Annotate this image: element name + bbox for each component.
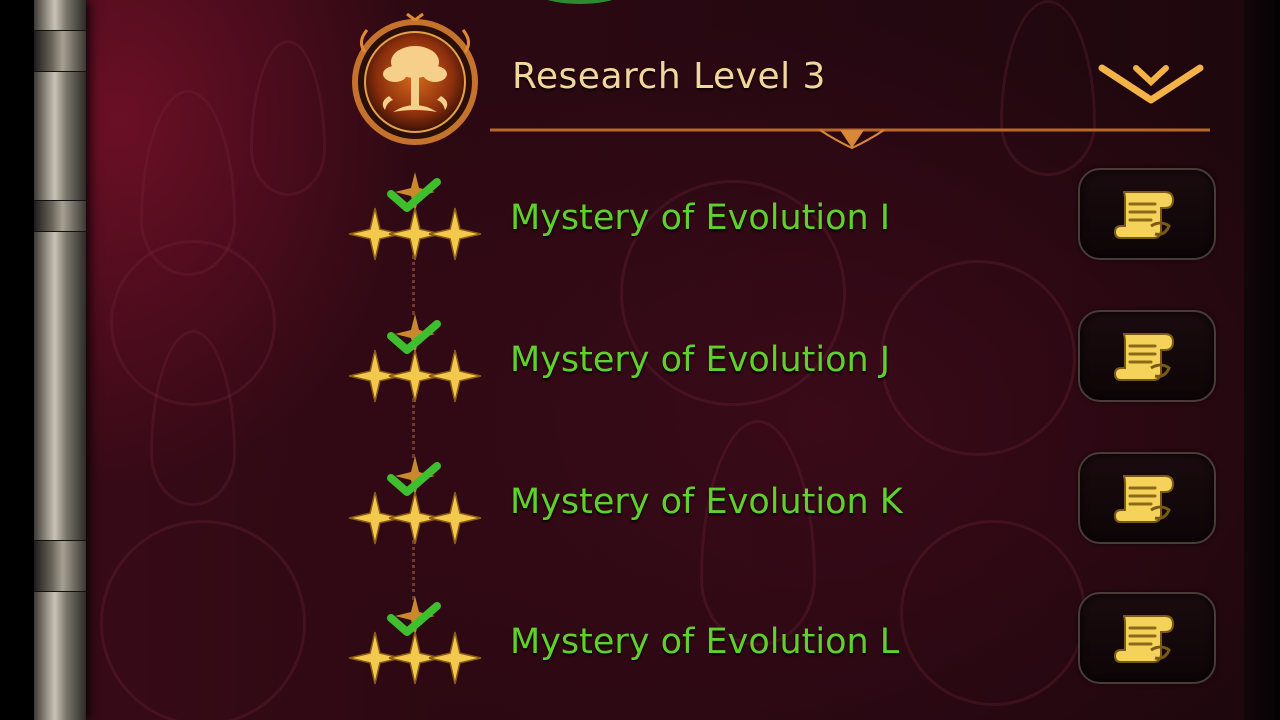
research-item-name: Mystery of Evolution J: [510, 340, 891, 380]
list-item[interactable]: Mystery of Evolution K: [340, 448, 1220, 558]
header-divider: [490, 118, 1210, 154]
star-icon: [428, 349, 482, 403]
star-icon: [428, 207, 482, 261]
details-button[interactable]: [1078, 592, 1216, 684]
right-dark-border: [1244, 0, 1280, 720]
list-item[interactable]: Mystery of Evolution L: [340, 588, 1220, 698]
research-level-title: Research Level 3: [512, 56, 826, 97]
tree-crest-icon: [345, 12, 485, 152]
chevron-down-icon[interactable]: [1098, 60, 1204, 108]
research-panel: Research Level 3 Mystery of Evolution I …: [0, 0, 1280, 720]
research-item-name: Mystery of Evolution L: [510, 622, 900, 662]
metal-pillar: [34, 0, 86, 720]
top-green-tab[interactable]: [530, 0, 630, 4]
details-button[interactable]: [1078, 310, 1216, 402]
research-item-name: Mystery of Evolution K: [510, 482, 903, 522]
left-black-border: [0, 0, 34, 720]
pillar-band: [34, 200, 86, 232]
pillar-band: [34, 540, 86, 592]
list-item[interactable]: Mystery of Evolution I: [340, 164, 1220, 274]
star-icon: [428, 631, 482, 685]
three-star-rank-icon: [345, 306, 485, 406]
research-item-name: Mystery of Evolution I: [510, 198, 891, 238]
three-star-rank-icon: [345, 164, 485, 264]
details-button[interactable]: [1078, 452, 1216, 544]
star-icon: [428, 491, 482, 545]
details-button[interactable]: [1078, 168, 1216, 260]
three-star-rank-icon: [345, 588, 485, 688]
three-star-rank-icon: [345, 448, 485, 548]
pillar-band: [34, 30, 86, 72]
list-item[interactable]: Mystery of Evolution J: [340, 306, 1220, 416]
